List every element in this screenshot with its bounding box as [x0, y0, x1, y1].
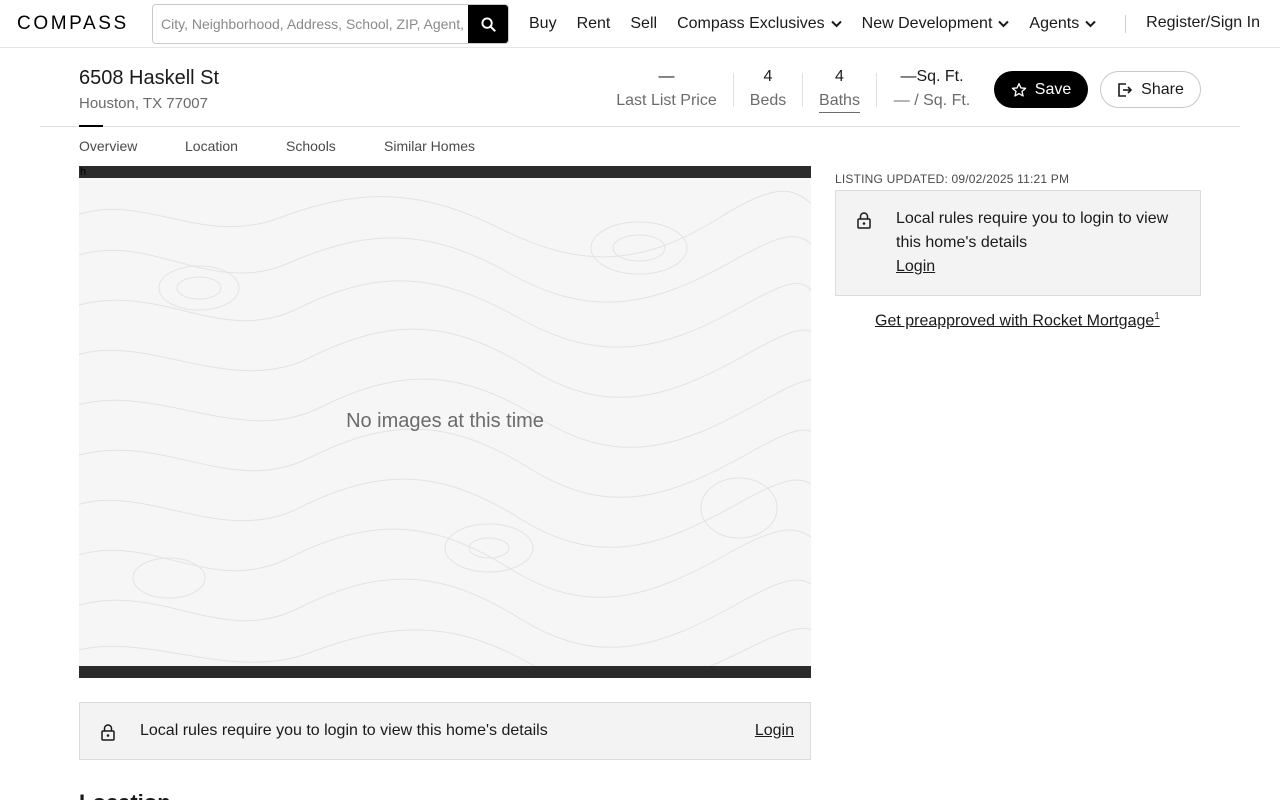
lock-icon [857, 212, 871, 229]
sqft-value: —Sq. Ft. [900, 68, 964, 85]
baths-value: 4 [835, 68, 844, 85]
tab-overview[interactable]: Overview [79, 138, 137, 154]
listing-updated: LISTING UPDATED: 09/02/2025 11:21 PM [835, 172, 1070, 186]
lock-icon [101, 724, 115, 741]
baths-label[interactable]: Baths [819, 92, 860, 113]
top-nav: COMPASS Buy Rent Sell Compass Exclusives… [0, 0, 1280, 48]
tab-location[interactable]: Location [185, 138, 238, 154]
nav-rent-label: Rent [576, 15, 611, 32]
header-divider [40, 126, 1240, 127]
stat-divider [876, 73, 877, 107]
nav-agents[interactable]: Agents [1029, 15, 1096, 33]
search-button[interactable] [468, 5, 508, 43]
active-tab-indicator [79, 125, 103, 127]
chevron-down-icon [1085, 20, 1096, 28]
tab-similar-homes[interactable]: Similar Homes [384, 138, 475, 154]
save-label: Save [1034, 80, 1072, 98]
search-input[interactable] [153, 5, 470, 43]
register-signin-link[interactable]: Register/Sign In [1146, 14, 1260, 32]
no-images-message: No images at this time [346, 410, 544, 432]
stat-divider [802, 73, 803, 107]
share-label: Share [1141, 80, 1184, 98]
beds-label: Beds [749, 92, 787, 109]
preapproved-label: Get preapproved with Rocket Mortgage [875, 312, 1155, 330]
stat-divider [733, 73, 734, 107]
sidebar-login-link[interactable]: Login [896, 255, 935, 279]
nav-rent[interactable]: Rent [577, 15, 611, 33]
search-box [152, 4, 509, 44]
listing-city: Houston, TX 77007 [79, 95, 208, 112]
primary-nav: Buy Rent Sell Compass Exclusives New Dev… [529, 0, 1116, 48]
nav-new-development-label: New Development [861, 15, 993, 32]
sidebar-login-card: Local rules require you to login to view… [835, 190, 1201, 296]
listing-address: 6508 Haskell St [79, 67, 220, 89]
photo-tag: h [80, 166, 87, 178]
chevron-down-icon [830, 20, 842, 28]
photo-placeholder: No images at this time [79, 178, 811, 666]
preapproved-link[interactable]: Get preapproved with Rocket Mortgage1 [875, 311, 1160, 330]
stat-beds: 4 Beds [748, 68, 788, 110]
login-required-banner: Local rules require you to login to view… [79, 702, 811, 760]
stat-baths[interactable]: 4 Baths [818, 68, 861, 113]
compass-logo[interactable]: COMPASS [17, 13, 129, 35]
login-required-message: Local rules require you to login to view… [140, 722, 548, 739]
nav-buy-label: Buy [529, 15, 557, 32]
footnote-marker: 1 [1154, 311, 1160, 322]
login-link[interactable]: Login [755, 722, 794, 740]
share-button[interactable]: Share [1100, 71, 1201, 108]
nav-sell[interactable]: Sell [630, 15, 657, 33]
nav-new-development[interactable]: New Development [862, 15, 1010, 33]
nav-compass-exclusives-label: Compass Exclusives [677, 15, 825, 32]
chevron-down-icon [998, 20, 1010, 28]
photo-gallery[interactable]: h No images at this time [79, 166, 811, 678]
nav-divider [1125, 15, 1126, 33]
nav-compass-exclusives[interactable]: Compass Exclusives [677, 15, 842, 33]
nav-sell-label: Sell [630, 15, 658, 32]
price-label: Last List Price [616, 92, 717, 109]
save-button[interactable]: Save [994, 71, 1088, 108]
price-value: — [658, 68, 675, 85]
search-icon [480, 16, 496, 32]
stat-sqft: —Sq. Ft. — / Sq. Ft. [890, 68, 974, 110]
stat-price: — Last List Price [616, 68, 717, 110]
tab-schools[interactable]: Schools [286, 138, 336, 154]
beds-value: 4 [763, 68, 773, 85]
sidebar-login-message: Local rules require you to login to view… [896, 210, 1169, 251]
nav-agents-label: Agents [1029, 15, 1080, 32]
nav-buy[interactable]: Buy [529, 15, 557, 33]
sqft-per-label: — / Sq. Ft. [893, 92, 971, 109]
share-icon [1118, 82, 1133, 97]
star-icon [1011, 82, 1026, 97]
location-section-heading: Location [79, 790, 171, 800]
